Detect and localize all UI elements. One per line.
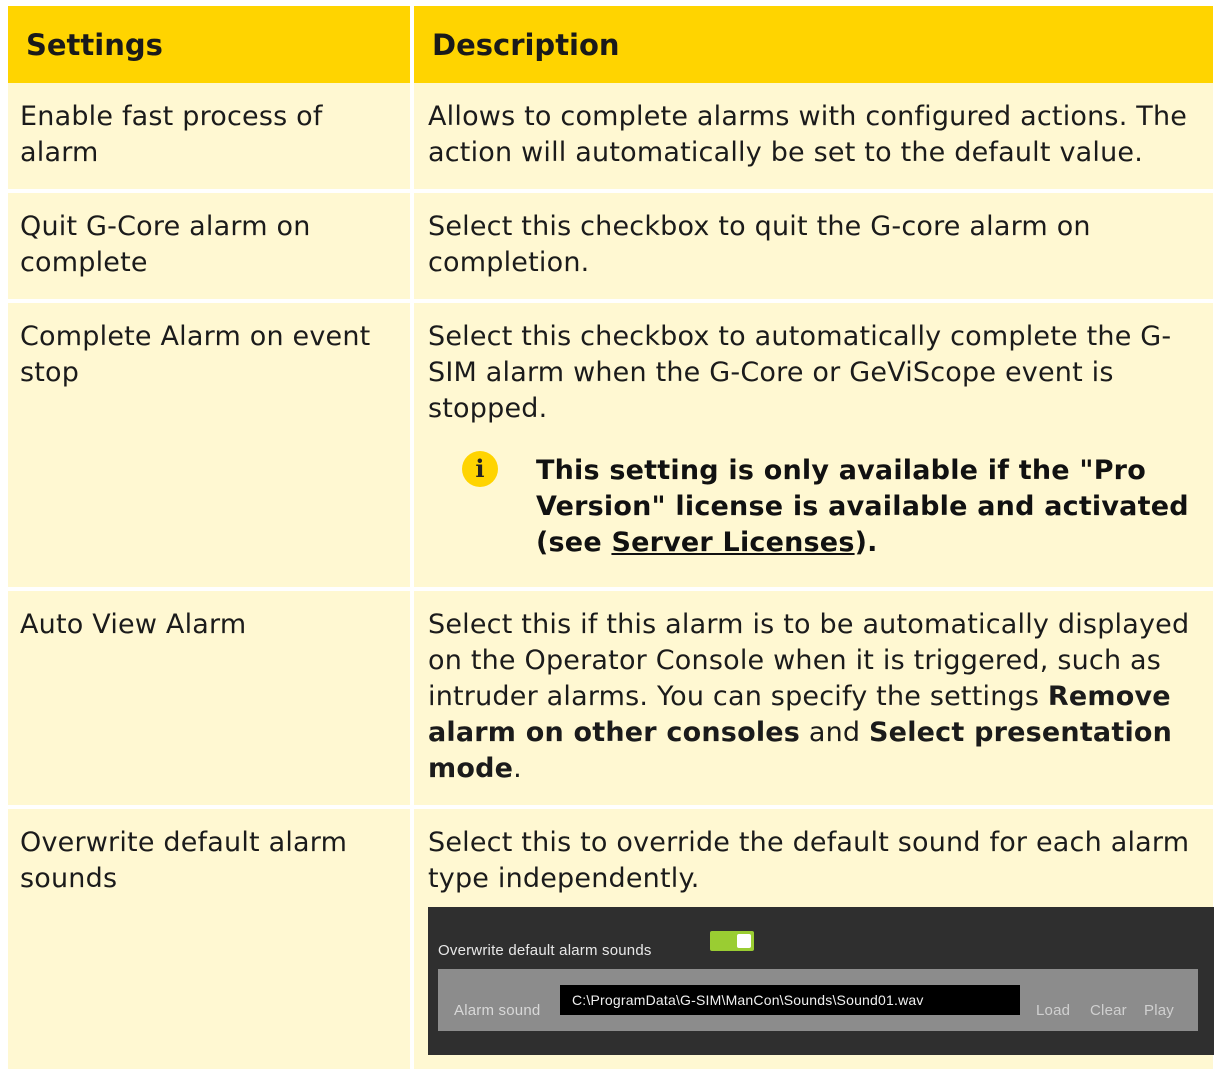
note-text-after: ). [854, 527, 878, 558]
overwrite-toggle[interactable] [710, 931, 754, 951]
header-description: Description [414, 6, 1213, 83]
info-note: i This setting is only available if the … [462, 451, 1207, 561]
load-button[interactable]: Load [1036, 993, 1070, 1029]
toggle-knob [737, 934, 751, 948]
setting-description: Select this checkbox to quit the G-core … [414, 189, 1213, 299]
header-settings: Settings [8, 6, 410, 83]
table-row: Auto View Alarm Select this if this alar… [8, 587, 1213, 805]
setting-description-cell: Select this checkbox to automatically co… [414, 299, 1213, 587]
table-row: Quit G-Core alarm on complete Select thi… [8, 189, 1213, 299]
setting-description: Select this checkbox to automatically co… [428, 321, 1172, 424]
setting-description: Select this if this alarm is to be autom… [414, 587, 1213, 805]
settings-document: Settings Description Enable fast process… [0, 0, 1215, 1069]
desc-text: and [800, 717, 870, 748]
settings-table: Settings Description Enable fast process… [4, 6, 1215, 1069]
note-text: This setting is only available if the "P… [536, 453, 1207, 561]
alarm-sound-path-field[interactable]: C:\ProgramData\G-SIM\ManCon\Sounds\Sound… [560, 985, 1020, 1015]
setting-name: Complete Alarm on event stop [8, 299, 410, 587]
setting-name: Overwrite default alarm sounds [8, 805, 410, 1069]
alarm-sound-panel: Alarm sound C:\ProgramData\G-SIM\ManCon\… [438, 969, 1198, 1031]
overwrite-toggle-label: Overwrite default alarm sounds [438, 942, 652, 959]
table-row: Complete Alarm on event stop Select this… [8, 299, 1213, 587]
setting-name: Auto View Alarm [8, 587, 410, 805]
alarm-sound-label: Alarm sound [454, 1002, 541, 1019]
server-licenses-link[interactable]: Server Licenses [611, 527, 854, 558]
setting-description: Allows to complete alarms with configure… [414, 83, 1213, 189]
setting-description: Select this to override the default soun… [428, 827, 1190, 894]
table-row: Enable fast process of alarm Allows to c… [8, 83, 1213, 189]
alarm-sound-screenshot: Overwrite default alarm sounds Alarm sou… [428, 907, 1214, 1055]
desc-text: . [513, 753, 522, 784]
info-icon: i [462, 451, 498, 487]
play-button[interactable]: Play [1144, 993, 1174, 1029]
setting-description-cell: Select this to override the default soun… [414, 805, 1214, 1069]
clear-button[interactable]: Clear [1090, 993, 1127, 1029]
setting-name: Quit G-Core alarm on complete [8, 189, 410, 299]
setting-name: Enable fast process of alarm [8, 83, 410, 189]
header-row: Settings Description [8, 6, 1213, 83]
table-row: Overwrite default alarm sounds Select th… [8, 805, 1214, 1069]
